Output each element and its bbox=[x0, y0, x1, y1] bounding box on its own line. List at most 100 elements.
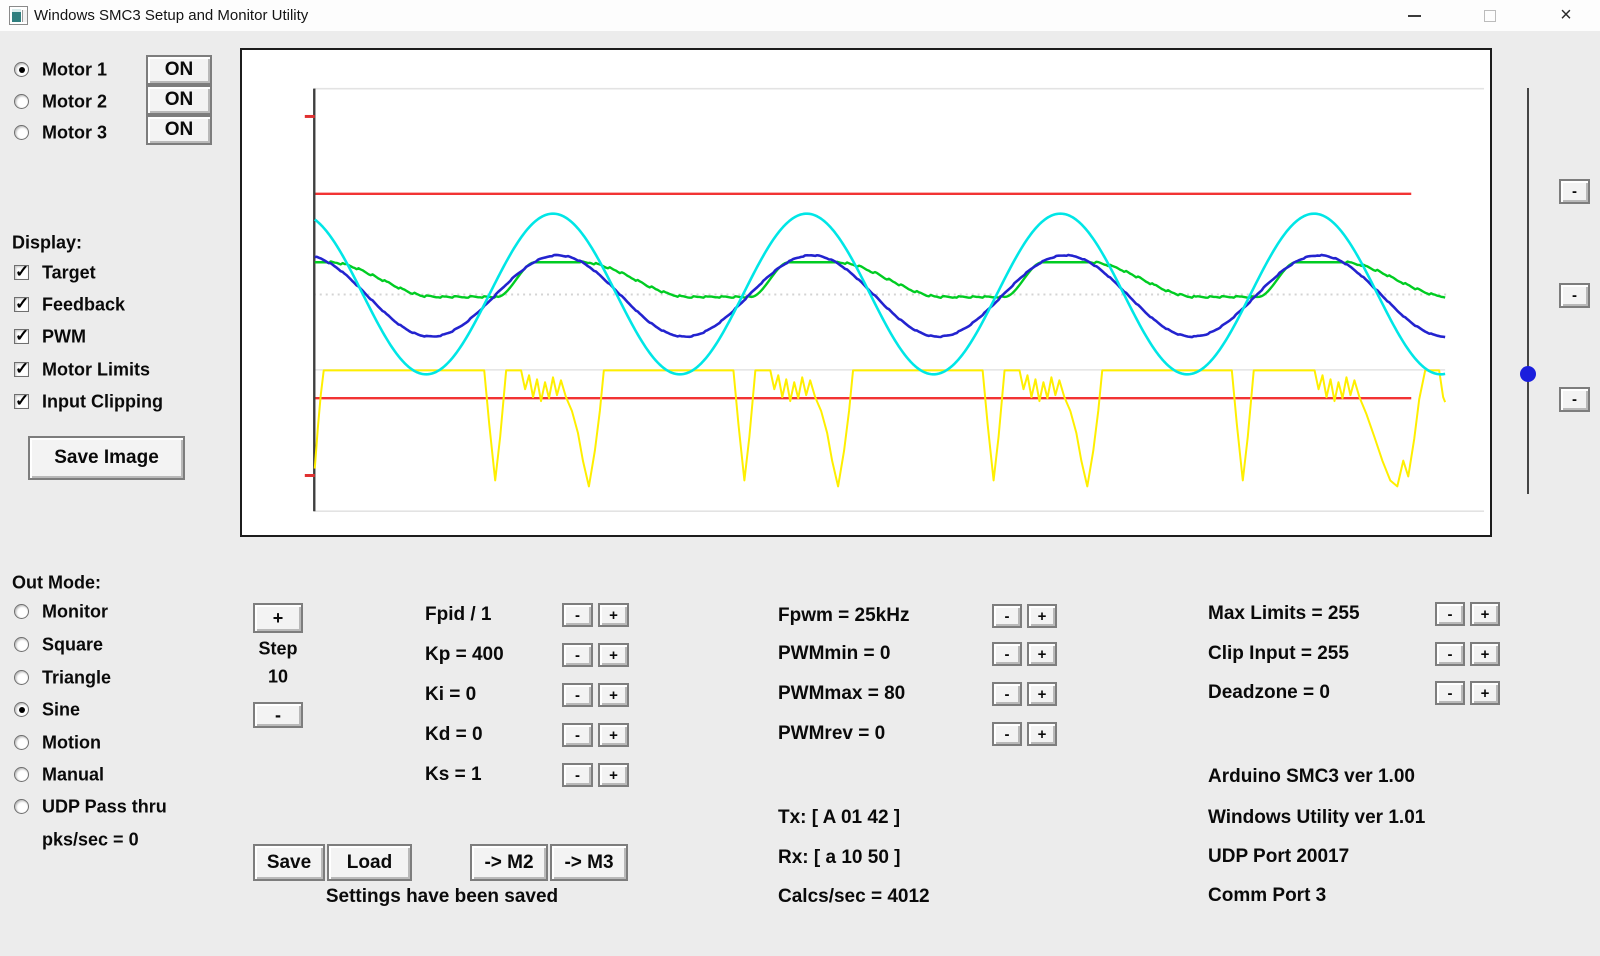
clip-input-decrease-button[interactable]: - bbox=[1435, 642, 1465, 666]
max-limits-value-label: Max Limits = 255 bbox=[1208, 603, 1360, 624]
radio-out-mode-square[interactable] bbox=[14, 637, 29, 652]
out-mode-monitor-label: Monitor bbox=[42, 601, 108, 622]
windows-utility-version-text: Windows Utility ver 1.01 bbox=[1208, 807, 1426, 828]
copy-to-motor3-button[interactable]: -> M3 bbox=[550, 844, 628, 881]
clip-input-increase-button[interactable]: + bbox=[1470, 642, 1500, 666]
save-image-button[interactable]: Save Image bbox=[28, 436, 185, 480]
radio-out-mode-sine[interactable] bbox=[14, 702, 29, 717]
ks-increase-button[interactable]: + bbox=[598, 763, 629, 787]
fpid-decrease-button[interactable]: - bbox=[562, 603, 593, 627]
radio-out-mode-udp-pass-thru[interactable] bbox=[14, 799, 29, 814]
out-mode-udp-pass-thru-label: UDP Pass thru bbox=[42, 796, 167, 817]
pwmrev-value-label: PWMrev = 0 bbox=[778, 723, 886, 744]
calcs-status-text: Calcs/sec = 4012 bbox=[778, 886, 930, 907]
max-limits-increase-button[interactable]: + bbox=[1470, 602, 1500, 626]
motor-2-label: Motor 2 bbox=[42, 91, 107, 112]
copy-to-motor2-button[interactable]: -> M2 bbox=[470, 844, 548, 881]
pwmmax-decrease-button[interactable]: - bbox=[992, 682, 1022, 706]
pwmrev-decrease-button[interactable]: - bbox=[992, 722, 1022, 746]
step-value: 10 bbox=[267, 666, 289, 687]
checkbox-motor-limits[interactable] bbox=[14, 359, 29, 379]
load-settings-button[interactable]: Load bbox=[327, 844, 412, 881]
out-mode-heading: Out Mode: bbox=[12, 572, 101, 593]
out-mode-manual-label: Manual bbox=[42, 764, 105, 785]
step-increase-button[interactable]: + bbox=[253, 603, 303, 633]
kp-increase-button[interactable]: + bbox=[598, 643, 629, 667]
kp-value-label: Kp = 400 bbox=[425, 644, 504, 665]
minimize-button[interactable] bbox=[1391, 0, 1437, 31]
pwmmin-increase-button[interactable]: + bbox=[1027, 642, 1057, 666]
pwmmin-value-label: PWMmin = 0 bbox=[778, 643, 891, 664]
radio-motor-2[interactable] bbox=[14, 94, 29, 109]
trace-clipped-input bbox=[314, 260, 1446, 300]
display-heading: Display: bbox=[12, 232, 83, 253]
kd-increase-button[interactable]: + bbox=[598, 723, 629, 747]
out-mode-triangle-label: Triangle bbox=[42, 667, 112, 688]
pwmmax-value-label: PWMmax = 80 bbox=[778, 683, 906, 704]
motor-3-label: Motor 3 bbox=[42, 122, 107, 143]
pwmmin-decrease-button[interactable]: - bbox=[992, 642, 1022, 666]
deadzone-decrease-button[interactable]: - bbox=[1435, 681, 1465, 705]
trace-target bbox=[313, 212, 1446, 376]
motor-limits-checkbox-label: Motor Limits bbox=[42, 359, 150, 380]
title-bar: Windows SMC3 Setup and Monitor Utility × bbox=[0, 0, 1600, 31]
maximize-icon bbox=[1484, 9, 1496, 22]
out-mode-square-label: Square bbox=[42, 634, 104, 655]
ks-decrease-button[interactable]: - bbox=[562, 763, 593, 787]
window-title: Windows SMC3 Setup and Monitor Utility bbox=[34, 7, 309, 24]
motor-2-on-button[interactable]: ON bbox=[146, 85, 212, 115]
fpwm-decrease-button[interactable]: - bbox=[992, 604, 1022, 628]
radio-out-mode-triangle[interactable] bbox=[14, 670, 29, 685]
clip-input-value-label: Clip Input = 255 bbox=[1208, 643, 1349, 664]
input-clipping-checkbox-label: Input Clipping bbox=[42, 391, 163, 412]
radio-motor-3[interactable] bbox=[14, 125, 29, 140]
checkbox-feedback[interactable] bbox=[14, 294, 29, 314]
kp-decrease-button[interactable]: - bbox=[562, 643, 593, 667]
fpwm-value-label: Fpwm = 25kHz bbox=[778, 605, 910, 626]
feedback-checkbox-label: Feedback bbox=[42, 294, 126, 315]
motor-3-on-button[interactable]: ON bbox=[146, 115, 212, 145]
step-label: Step bbox=[258, 638, 298, 659]
ks-value-label: Ks = 1 bbox=[425, 764, 482, 785]
comm-port-text: Comm Port 3 bbox=[1208, 885, 1327, 906]
out-mode-motion-label: Motion bbox=[42, 732, 101, 753]
scope-scale-top-button[interactable]: - bbox=[1559, 179, 1590, 204]
settings-saved-status: Settings have been saved bbox=[325, 886, 559, 907]
scale-slider-thumb[interactable] bbox=[1520, 366, 1536, 382]
radio-motor-1[interactable] bbox=[14, 62, 29, 77]
app-icon bbox=[9, 6, 28, 25]
radio-out-mode-motion[interactable] bbox=[14, 735, 29, 750]
motor-1-label: Motor 1 bbox=[42, 59, 107, 80]
oscilloscope-display bbox=[240, 48, 1492, 537]
checkbox-pwm[interactable] bbox=[14, 326, 29, 346]
ki-increase-button[interactable]: + bbox=[598, 683, 629, 707]
udp-port-text: UDP Port 20017 bbox=[1208, 846, 1350, 867]
maximize-button[interactable] bbox=[1467, 0, 1513, 31]
scale-slider-track[interactable] bbox=[1527, 88, 1529, 494]
app-icon-page bbox=[22, 10, 27, 22]
close-icon: × bbox=[1560, 4, 1572, 26]
fpwm-increase-button[interactable]: + bbox=[1027, 604, 1057, 628]
checkbox-input-clipping[interactable] bbox=[14, 391, 29, 411]
max-limits-decrease-button[interactable]: - bbox=[1435, 602, 1465, 626]
save-settings-button[interactable]: Save bbox=[253, 844, 325, 881]
scope-scale-middle-button[interactable]: - bbox=[1559, 283, 1590, 308]
tx-status-text: Tx: [ A 01 42 ] bbox=[778, 807, 901, 828]
target-checkbox-label: Target bbox=[42, 262, 96, 283]
close-button[interactable]: × bbox=[1543, 0, 1589, 31]
trace-pwm bbox=[313, 369, 1447, 488]
pwm-checkbox-label: PWM bbox=[42, 326, 86, 347]
motor-1-on-button[interactable]: ON bbox=[146, 55, 212, 85]
step-decrease-button[interactable]: - bbox=[253, 702, 303, 728]
kd-decrease-button[interactable]: - bbox=[562, 723, 593, 747]
scope-scale-bottom-button[interactable]: - bbox=[1559, 387, 1590, 412]
pwmmax-increase-button[interactable]: + bbox=[1027, 682, 1057, 706]
kd-value-label: Kd = 0 bbox=[425, 724, 483, 745]
deadzone-increase-button[interactable]: + bbox=[1470, 681, 1500, 705]
fpid-increase-button[interactable]: + bbox=[598, 603, 629, 627]
pwmrev-increase-button[interactable]: + bbox=[1027, 722, 1057, 746]
checkbox-target[interactable] bbox=[14, 262, 29, 282]
radio-out-mode-manual[interactable] bbox=[14, 767, 29, 782]
radio-out-mode-monitor[interactable] bbox=[14, 604, 29, 619]
ki-decrease-button[interactable]: - bbox=[562, 683, 593, 707]
